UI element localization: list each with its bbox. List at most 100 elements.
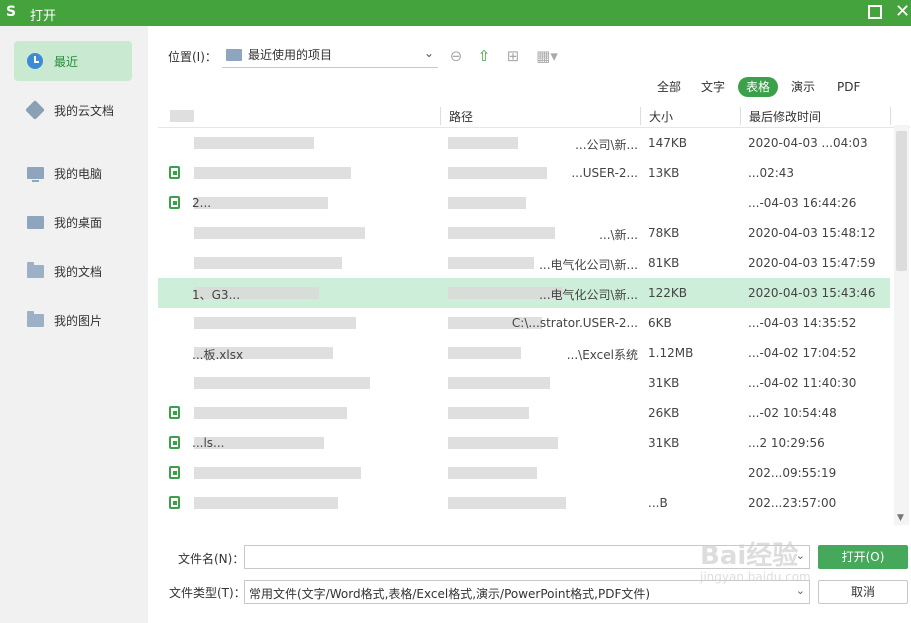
file-modified: ...2 10:29:56 — [748, 436, 825, 450]
maximize-icon[interactable] — [868, 5, 882, 19]
sidebar-item-label: 我的电脑 — [54, 166, 103, 181]
file-modified: 202...23:57:00 — [748, 496, 837, 510]
file-modified: 202...09:55:19 — [748, 466, 837, 480]
table-row[interactable]: 202...09:55:19 — [158, 458, 890, 488]
watermark-url: jingyan.baidu.com — [700, 570, 811, 584]
file-path: C:\...strator.USER-2... — [511, 316, 638, 330]
sidebar-item-label: 我的桌面 — [54, 215, 103, 230]
folder-icon — [26, 261, 44, 280]
sidebar-item-pictures[interactable]: 我的图片 — [14, 300, 132, 340]
file-modified: ...-04-03 14:35:52 — [748, 316, 857, 330]
table-row[interactable]: 31KB ...-04-02 11:40:30 — [158, 368, 890, 398]
open-button[interactable]: 打开(O) — [818, 545, 908, 569]
file-size: 147KB — [648, 136, 688, 150]
file-modified: 2020-04-03 15:48:12 — [748, 226, 876, 240]
new-folder-icon[interactable]: ⊞ — [503, 46, 523, 66]
file-size: 81KB — [648, 256, 680, 270]
table-row[interactable]: ...ls... 31KB ...2 10:29:56 — [158, 428, 890, 458]
location-label: 位置(I)： — [168, 50, 217, 64]
sidebar: 最近 我的云文档 我的电脑 我的桌面 我的文档 我的图片 — [0, 26, 148, 623]
scrollbar-thumb[interactable] — [896, 131, 907, 271]
table-row[interactable]: ...电气化公司\新... 81KB 2020-04-03 15:47:59 — [158, 248, 890, 278]
wps-logo-icon: S — [6, 4, 17, 20]
file-modified: 2020-04-03 15:43:46 — [748, 286, 876, 300]
filename-label: 文件名(N)： — [178, 552, 245, 566]
filter-text[interactable]: 文字 — [693, 77, 733, 97]
file-modified: ...02:43 — [748, 166, 795, 180]
filetype-value: 常用文件(文字/Word格式,表格/Excel格式,演示/PowerPoint格… — [249, 587, 651, 601]
file-path: ...USER-2... — [571, 166, 638, 180]
sidebar-item-desktop[interactable]: 我的桌面 — [14, 202, 132, 242]
sidebar-item-recent[interactable]: 最近 — [14, 41, 132, 81]
window-title: 打开 — [30, 9, 57, 24]
cloud-cube-icon — [25, 100, 45, 120]
scroll-down-icon[interactable]: ▼ — [897, 513, 904, 523]
desktop-icon — [26, 213, 44, 231]
close-icon[interactable]: ✕ — [895, 1, 910, 23]
scrollbar[interactable]: ▼ — [894, 125, 909, 525]
up-folder-icon[interactable]: ⇧ — [474, 46, 494, 66]
filter-pdf[interactable]: PDF — [829, 77, 868, 97]
location-value: 最近使用的项目 — [248, 48, 333, 62]
filter-presentation[interactable]: 演示 — [783, 77, 823, 97]
filter-spreadsheet[interactable]: 表格 — [738, 77, 779, 97]
column-path[interactable]: 路径 — [449, 108, 473, 125]
filetype-label: 文件类型(T)： — [169, 586, 246, 600]
file-path: ...公司\新... — [575, 138, 638, 152]
table-row[interactable]: ...\新... 78KB 2020-04-03 15:48:12 — [158, 218, 890, 248]
table-row[interactable]: ...B 202...23:57:00 — [158, 488, 890, 518]
watermark-brand: Bai经验 — [700, 541, 799, 571]
sidebar-item-label: 我的云文档 — [54, 103, 115, 118]
spreadsheet-file-icon — [169, 196, 180, 209]
back-icon[interactable]: ⊖ — [446, 46, 466, 66]
table-row[interactable]: 1、G3... ...电气化公司\新... 122KB 2020-04-03 15:4… — [158, 278, 890, 308]
file-size: 6KB — [648, 316, 672, 330]
table-row[interactable]: C:\...strator.USER-2... 6KB ...-04-03 14:3… — [158, 308, 890, 338]
table-row[interactable]: ...USER-2... 13KB ...02:43 — [158, 158, 890, 188]
sidebar-item-documents[interactable]: 我的文档 — [14, 251, 132, 291]
file-modified: ...-04-02 11:40:30 — [748, 376, 857, 390]
file-path: ...电气化公司\新... — [539, 288, 638, 302]
clock-icon — [26, 52, 44, 70]
folder-icon — [26, 310, 44, 329]
baidu-watermark: Bai经验 jingyan.baidu.com — [700, 535, 811, 584]
table-row[interactable]: 26KB ...-02 10:54:48 — [158, 398, 890, 428]
table-row[interactable]: ...公司\新... 147KB 2020-04-03 ...04:03 — [158, 128, 890, 158]
file-name: 2... — [192, 196, 212, 210]
file-name: 1、G3... — [192, 288, 241, 302]
file-path: ...\Excel系统 — [566, 348, 638, 362]
file-size: 31KB — [648, 436, 680, 450]
table-row[interactable]: ...板.xlsx ...\Excel系统 1.12MB ...-04-02 17:0… — [158, 338, 890, 368]
column-size[interactable]: 大小 — [649, 108, 673, 125]
spreadsheet-file-icon — [169, 166, 180, 179]
file-path: ...电气化公司\新... — [539, 258, 638, 272]
file-size: ...B — [648, 496, 668, 510]
cancel-button[interactable]: 取消 — [818, 580, 908, 604]
spreadsheet-file-icon — [169, 466, 180, 479]
sidebar-item-label: 我的图片 — [54, 313, 103, 328]
file-modified: ...-04-03 16:44:26 — [748, 196, 857, 210]
sidebar-item-my-computer[interactable]: 我的电脑 — [14, 153, 132, 193]
file-list-header: 路径 大小 最后修改时间 — [158, 104, 910, 128]
sidebar-item-label: 最近 — [54, 54, 79, 69]
file-size: 31KB — [648, 376, 680, 390]
file-modified: ...-02 10:54:48 — [748, 406, 837, 420]
location-dropdown[interactable]: 最近使用的项目 ⌄ — [222, 42, 438, 68]
chevron-down-icon: ⌄ — [423, 46, 434, 60]
file-modified: 2020-04-03 ...04:03 — [748, 136, 868, 150]
file-name: ...ls... — [192, 436, 225, 450]
computer-icon — [226, 48, 242, 61]
spreadsheet-file-icon — [169, 406, 180, 419]
file-path: ...\新... — [599, 228, 638, 242]
column-modified[interactable]: 最后修改时间 — [749, 108, 821, 125]
filter-all[interactable]: 全部 — [649, 77, 689, 97]
file-size: 122KB — [648, 286, 688, 300]
file-size: 78KB — [648, 226, 680, 240]
file-modified: 2020-04-03 15:47:59 — [748, 256, 876, 270]
spreadsheet-file-icon — [169, 496, 180, 509]
file-size: 13KB — [648, 166, 680, 180]
sidebar-item-cloud-docs[interactable]: 我的云文档 — [14, 90, 132, 130]
title-bar: S 打开 ✕ — [0, 0, 911, 26]
table-row[interactable]: 2... ...-04-03 16:44:26 — [158, 188, 890, 218]
view-mode-icon[interactable]: ▦▾ — [534, 46, 560, 66]
